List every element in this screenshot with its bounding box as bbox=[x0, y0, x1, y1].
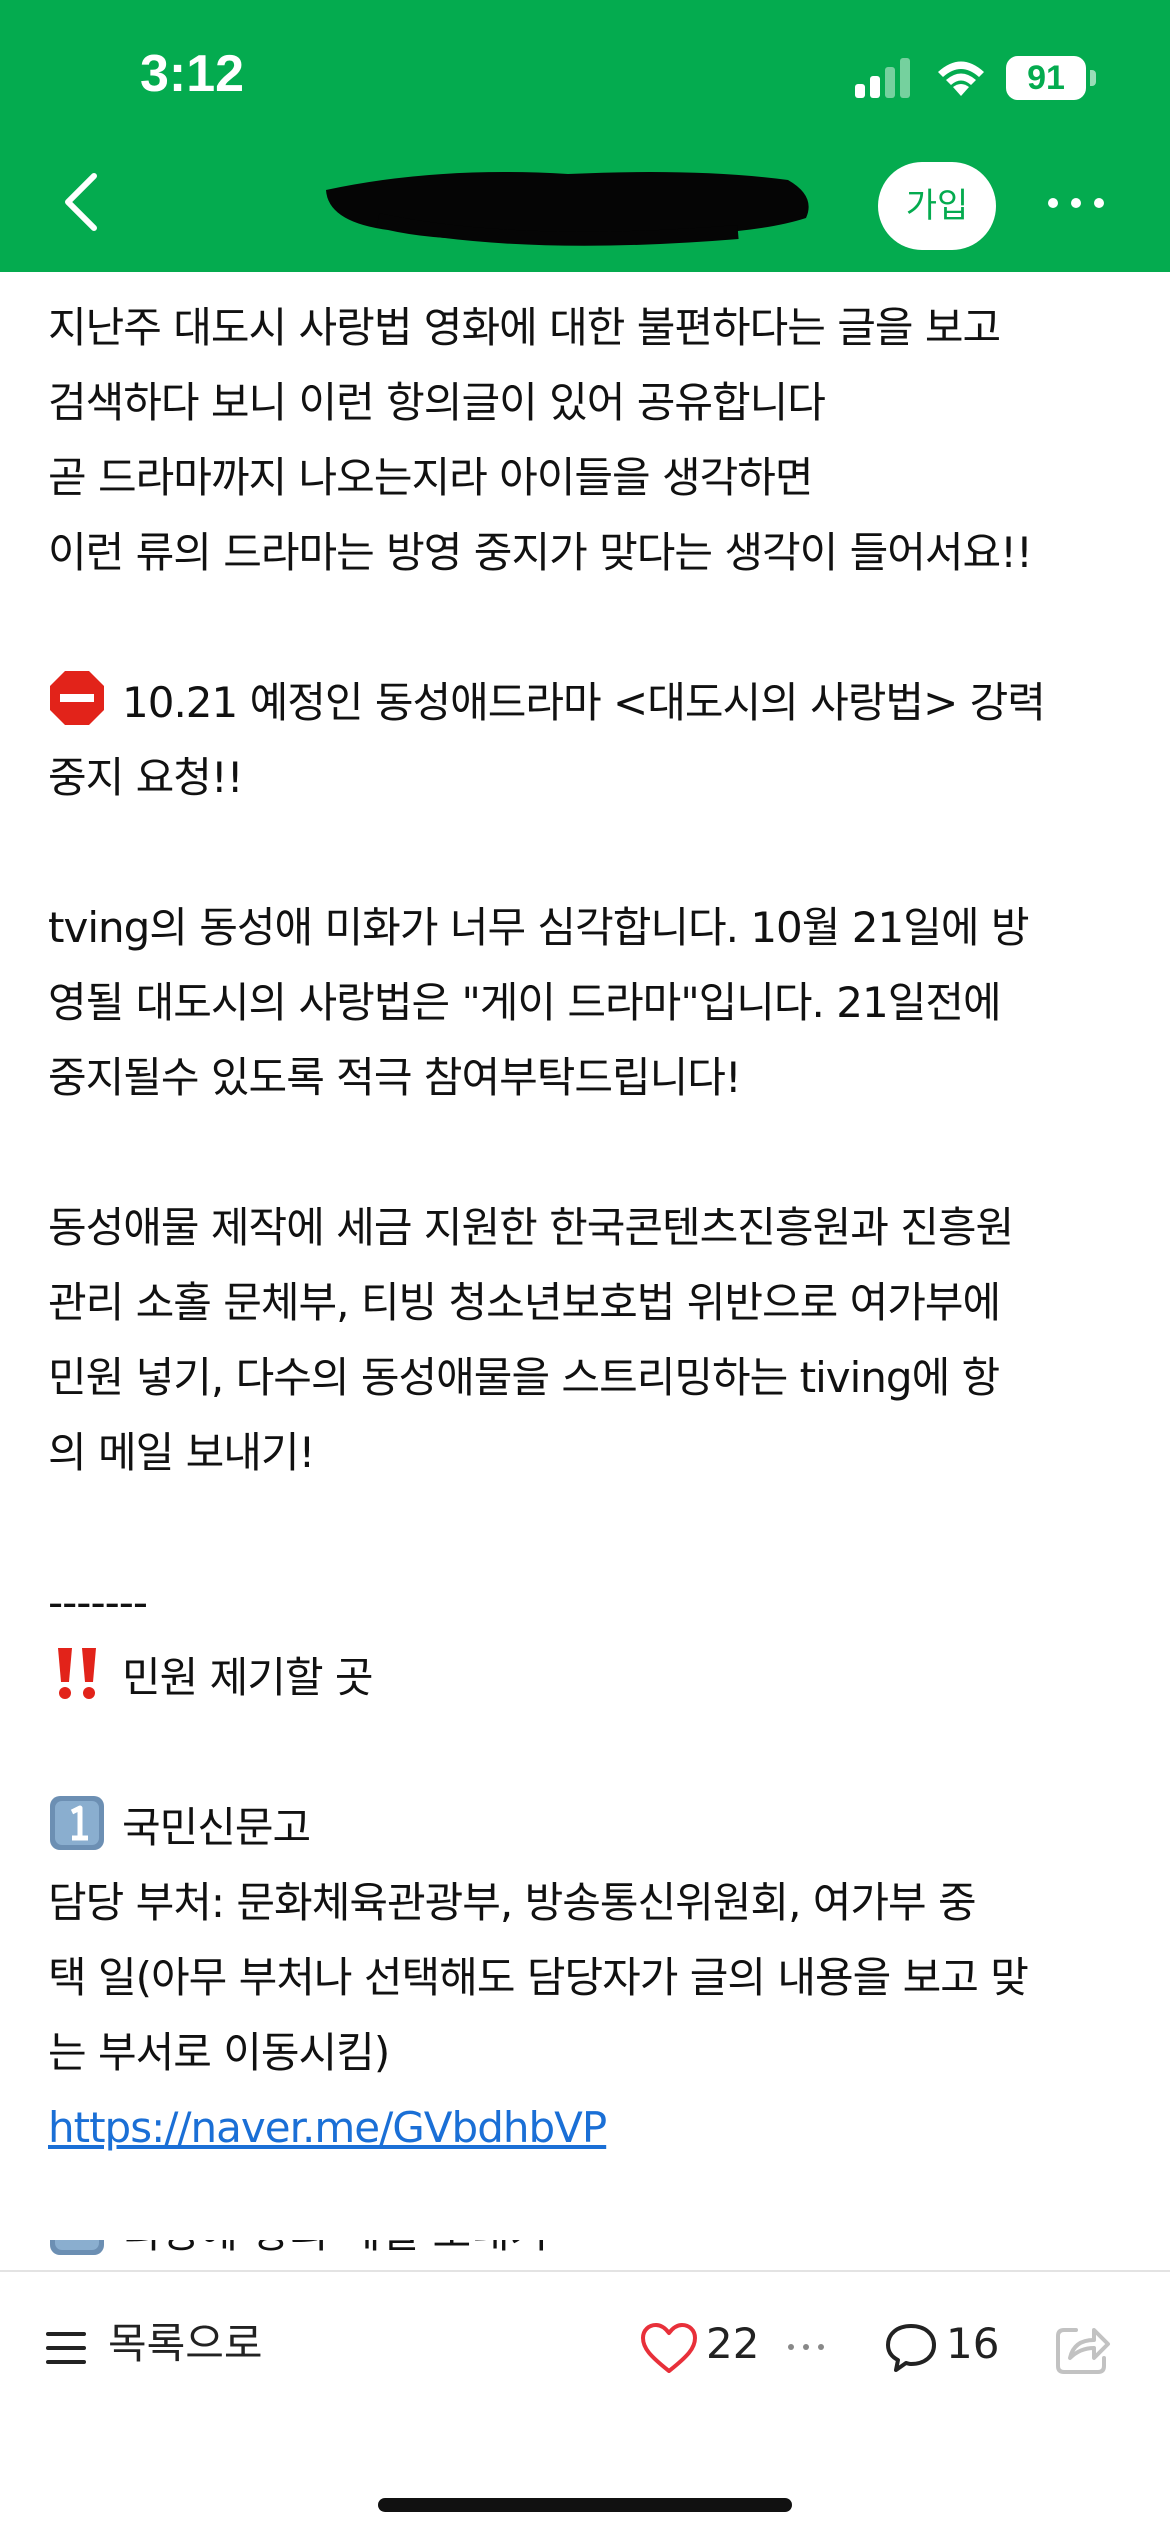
comment-count: 16 bbox=[946, 2319, 1000, 2368]
item1-heading: 국민신문고 bbox=[48, 1790, 1128, 1865]
keycap-two-icon bbox=[50, 2240, 104, 2255]
post-line: 담당 부처: 문화체육관광부, 방송통신위원회, 여가부 중 bbox=[48, 1878, 977, 1927]
keycap-one-icon bbox=[50, 1796, 104, 1850]
battery-indicator: 91 bbox=[1006, 56, 1086, 100]
bottom-bar: 목록으로 22 16 bbox=[0, 2270, 1170, 2534]
cellular-signal-icon bbox=[855, 58, 910, 98]
post-line: 이런 류의 드라마는 방영 중지가 맞다는 생각이 들어서요!! bbox=[48, 528, 1033, 577]
post-line: tving의 동성애 미화가 너무 심각합니다. 10월 21일에 방 bbox=[48, 903, 1029, 952]
like-count: 22 bbox=[706, 2319, 760, 2368]
share-icon[interactable] bbox=[1054, 2320, 1112, 2376]
list-icon[interactable] bbox=[46, 2330, 86, 2366]
item2-heading-partial: 티빙에 항의 메일 보내기 bbox=[48, 2240, 1128, 2270]
double-exclamation-icon bbox=[58, 1648, 96, 1699]
wifi-icon bbox=[938, 61, 984, 96]
headline-line: 10.21 예정인 동성애드라마 <대도시의 사랑법> 강력 bbox=[48, 665, 1128, 740]
heart-icon[interactable] bbox=[640, 2322, 698, 2374]
item2-title: 티빙에 항의 메일 보내기 bbox=[122, 2240, 548, 2257]
divider-text: ------- bbox=[48, 1578, 148, 1627]
post-line: 민원 넣기, 다수의 동성애물을 스트리밍하는 tiving에 항 bbox=[48, 1353, 1000, 1402]
back-arrow-icon[interactable] bbox=[62, 172, 102, 232]
complaint-heading: 민원 제기할 곳 bbox=[48, 1640, 1128, 1715]
stop-sign-icon bbox=[50, 671, 104, 725]
post-line: 검색하다 보니 이런 항의글이 있어 공유합니다 bbox=[48, 378, 826, 427]
more-options-icon[interactable] bbox=[786, 2342, 826, 2352]
headline-text: 10.21 예정인 동성애드라마 <대도시의 사랑법> 강력 bbox=[122, 678, 1046, 727]
app-header: 3:12 91 가입 bbox=[0, 0, 1170, 272]
headline-line: 중지 요청!! bbox=[48, 753, 244, 802]
comment-icon[interactable] bbox=[884, 2322, 938, 2374]
status-time: 3:12 bbox=[140, 45, 245, 103]
post-line: 중지될수 있도록 적극 참여부탁드립니다! bbox=[48, 1053, 742, 1102]
item1-title: 국민신문고 bbox=[122, 1803, 311, 1852]
battery-cap bbox=[1090, 70, 1096, 86]
post-line: 의 메일 보내기! bbox=[48, 1428, 315, 1477]
link-line: https://naver.me/GVbdhbVP bbox=[48, 2090, 1128, 2165]
join-button[interactable]: 가입 bbox=[878, 162, 996, 250]
complaint-title: 민원 제기할 곳 bbox=[122, 1653, 374, 1702]
post-line: 동성애물 제작에 세금 지원한 한국콘텐츠진흥원과 진흥원 bbox=[48, 1203, 1014, 1252]
post-line: 는 부서로 이동시킴) bbox=[48, 2028, 390, 2077]
post-line: 영될 대도시의 사랑법은 "게이 드라마"입니다. 21일전에 bbox=[48, 978, 1002, 1027]
post-line: 곧 드라마까지 나오는지라 아이들을 생각하면 bbox=[48, 453, 814, 502]
home-indicator[interactable] bbox=[378, 2498, 792, 2512]
back-to-list-label[interactable]: 목록으로 bbox=[108, 2314, 263, 2374]
post-line: 택 일(아무 부처나 선택해도 담당자가 글의 내용을 보고 맞 bbox=[48, 1953, 1029, 2002]
complaint-link[interactable]: https://naver.me/GVbdhbVP bbox=[48, 2103, 607, 2152]
redacted-cafe-title bbox=[326, 172, 809, 246]
post-body: 지난주 대도시 사랑법 영화에 대한 불편하다는 글을 보고 검색하다 보니 이… bbox=[48, 290, 1128, 2165]
post-line: 지난주 대도시 사랑법 영화에 대한 불편하다는 글을 보고 bbox=[48, 303, 1001, 352]
more-icon[interactable] bbox=[1046, 196, 1106, 210]
post-line: 관리 소홀 문체부, 티빙 청소년보호법 위반으로 여가부에 bbox=[48, 1278, 1001, 1327]
